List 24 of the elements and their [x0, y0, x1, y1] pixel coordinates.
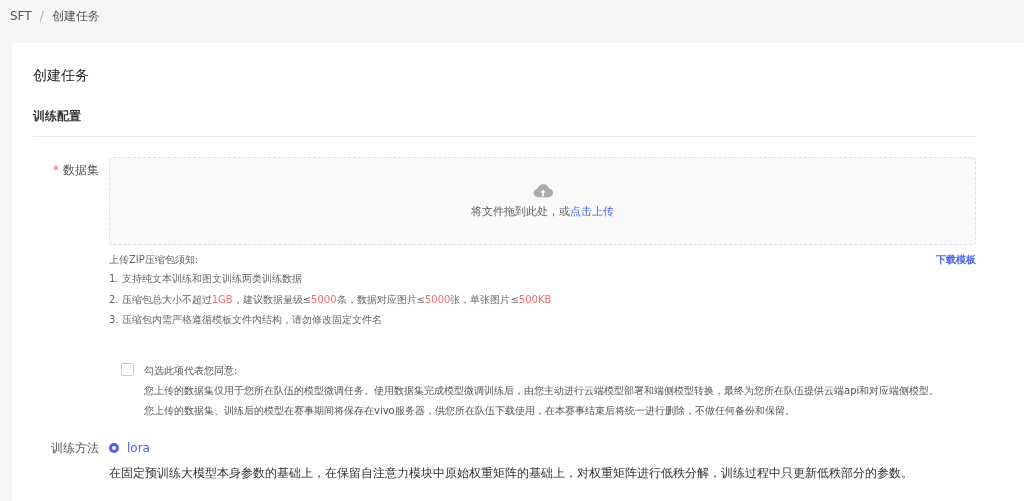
breadcrumb-item[interactable]: SFT [10, 9, 32, 23]
note-line: 3. 压缩包内需严格遵循模板文件内结构，请勿修改固定文件名 [109, 313, 383, 327]
breadcrumb-separator: / [39, 9, 44, 23]
method-description: 在固定预训练大模型本身参数的基础上，在保留自注意力模块中原始权重矩阵的基础上，对权重矩阵进行低秩分解，训练过程中只更新低秩部分的参数。 [109, 464, 914, 482]
radio-label[interactable]: lora [127, 440, 150, 455]
agreement-text: 您上传的数据集、训练后的模型在赛事期间将保存在vivo服务器，供您所在队伍下载使用，在本赛事结束后将统一进行删除，不做任何备份和保留。 [144, 403, 796, 418]
download-template-link[interactable]: 下载模板 [936, 251, 976, 269]
checkbox[interactable] [121, 362, 134, 376]
checkbox-label: 勾选此项代表您同意: [144, 363, 239, 378]
upload-link[interactable]: 点击上传 [570, 205, 614, 218]
notes-title: 上传ZIP压缩包须知: [109, 253, 199, 267]
radio-button[interactable] [109, 442, 119, 453]
upload-hint: 将文件拖到此处，或 [471, 205, 570, 218]
section-title: 训练配置 [33, 107, 976, 137]
breadcrumb-item[interactable]: 创建任务 [51, 7, 100, 25]
agreement-text: 您上传的数据集仅用于您所在队伍的模型微调任务。使用数据集完成模型微调训练后，由您主动进行云端模型部署和端侧模型转换，最终为您所在队伍提供云端api和对应端侧模型。 [144, 383, 940, 398]
page-title: 创建任务 [33, 66, 90, 85]
field-label: 数据集 [63, 163, 99, 177]
upload-dropzone[interactable]: 将文件拖到此处，或点击上传 [109, 157, 976, 245]
cloud-upload-icon [532, 183, 553, 198]
note-line: 2. 压缩包总大小不超过1GB，建议数据量级≤5000条，数据对应图片≤5000张，单张图片≤500KB [109, 292, 553, 307]
field-label: 训练方法 [51, 440, 99, 455]
note-line: 1. 支持纯文本训练和图文训练两类训练数据 [109, 272, 303, 286]
required-mark: * [53, 163, 59, 177]
